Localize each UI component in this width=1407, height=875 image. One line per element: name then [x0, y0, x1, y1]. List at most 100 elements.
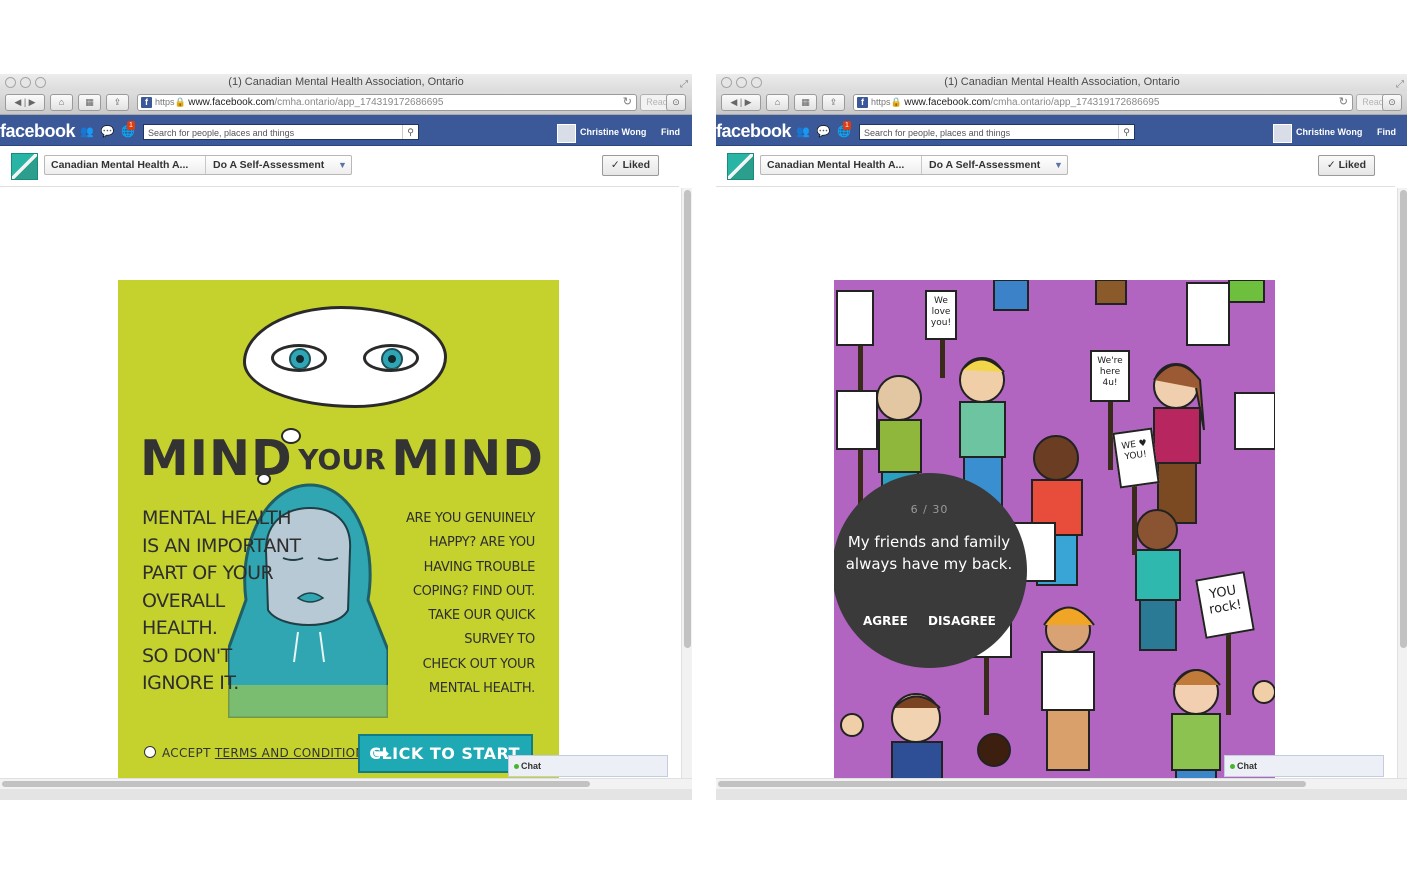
find-friends-link[interactable]: Find	[661, 127, 680, 137]
headline-word-2: YOUR	[298, 443, 386, 476]
accept-terms-row: ACCEPT TERMS AND CONDITIONS	[144, 746, 373, 760]
messages-icon[interactable]: 💬	[101, 126, 115, 138]
question-card: 6 / 30 My friends and family always have…	[834, 473, 1027, 668]
home-button[interactable]: ⌂	[766, 94, 789, 111]
search-icon[interactable]: ⚲	[402, 125, 418, 139]
disagree-button[interactable]: DISAGREE	[928, 614, 996, 628]
browser-toolbar: ◀ | ▶ ⌂ ▦ ⇪ f https🔒 www.facebook.com/cmh…	[0, 91, 692, 115]
back-forward-buttons[interactable]: ◀ | ▶	[5, 94, 45, 111]
close-window-button[interactable]	[5, 77, 16, 88]
accept-label: ACCEPT	[162, 746, 211, 760]
share-button[interactable]: ⇪	[822, 94, 845, 111]
page-name[interactable]: Canadian Mental Health A...	[51, 156, 188, 174]
window-titlebar: (1) Canadian Mental Health Association, …	[716, 74, 1407, 91]
vertical-scrollbar[interactable]	[681, 188, 692, 778]
click-to-start-button[interactable]: ➥ CLICK TO START	[358, 734, 533, 773]
forward-icon[interactable]: ▶	[745, 97, 752, 107]
vertical-scroll-thumb[interactable]	[684, 190, 691, 648]
question-text: My friends and family always have my bac…	[845, 533, 1013, 573]
friend-requests-icon[interactable]: 👥	[80, 126, 94, 138]
friend-requests-icon[interactable]: 👥	[796, 126, 810, 138]
back-icon[interactable]: ◀	[14, 97, 21, 107]
address-bar[interactable]: f https🔒 www.facebook.com/cmha.ontario/ap…	[853, 94, 1353, 111]
facebook-logo[interactable]: facebook	[0, 121, 76, 142]
page-selector-dropdown[interactable]: Canadian Mental Health A... Do A Self-As…	[760, 155, 1068, 175]
vertical-scrollbar[interactable]	[1397, 188, 1407, 778]
headline-word-3: MIND	[391, 430, 544, 487]
start-button-label: CLICK TO START	[369, 744, 520, 763]
window-title: (1) Canadian Mental Health Association, …	[228, 76, 464, 88]
notification-count-badge: 1	[127, 121, 135, 130]
avatar[interactable]	[557, 124, 576, 143]
accept-terms-radio[interactable]	[144, 746, 156, 758]
chevron-down-icon[interactable]: ▼	[1054, 156, 1063, 174]
zoom-window-button[interactable]	[35, 77, 46, 88]
left-eye-icon	[271, 344, 327, 372]
browser-toolbar: ◀ | ▶ ⌂ ▦ ⇪ f https🔒 www.facebook.com/cmh…	[716, 91, 1407, 115]
chat-label: Chat	[1237, 761, 1257, 771]
download-icon: ⊙	[1388, 97, 1396, 107]
facebook-logo[interactable]: facebook	[716, 121, 792, 142]
back-icon[interactable]: ◀	[730, 97, 737, 107]
lock-icon: 🔒	[174, 97, 189, 107]
jewel-icons: 👥 💬 🌐 1	[80, 121, 142, 138]
protest-sign-we-heart-you: WE ♥ YOU!	[1112, 427, 1160, 489]
facebook-bluebar: facebook 👥 💬 🌐 1 Search for people, places…	[716, 115, 1407, 146]
protest-sign-you-rock: YOU rock!	[1195, 571, 1255, 639]
downloads-button[interactable]: ⊙	[666, 94, 686, 111]
app-tab-name[interactable]: Do A Self-Assessment	[929, 156, 1040, 174]
horizontal-scroll-thumb[interactable]	[718, 781, 1306, 787]
avatar[interactable]	[1273, 124, 1292, 143]
messages-icon[interactable]: 💬	[817, 126, 831, 138]
share-icon: ⇪	[829, 97, 838, 107]
page-selector-dropdown[interactable]: Canadian Mental Health A... Do A Self-As…	[44, 155, 352, 175]
share-icon: ⇪	[113, 97, 122, 107]
find-friends-link[interactable]: Find	[1377, 127, 1396, 137]
chat-label: Chat	[521, 761, 541, 771]
facebook-search-input[interactable]: Search for people, places and things ⚲	[143, 124, 419, 140]
blank-sign	[836, 390, 878, 450]
page-header: Canadian Mental Health A... Do A Self-As…	[716, 146, 1395, 187]
zoom-window-button[interactable]	[751, 77, 762, 88]
facebook-favicon-icon: f	[857, 97, 868, 108]
grid-icon: ▦	[85, 97, 94, 107]
home-button[interactable]: ⌂	[50, 94, 73, 111]
horizontal-scroll-thumb[interactable]	[2, 781, 590, 787]
chat-tab[interactable]: Chat	[508, 755, 668, 777]
chat-tab[interactable]: Chat	[1224, 755, 1384, 777]
close-window-button[interactable]	[721, 77, 732, 88]
address-bar[interactable]: f https🔒 www.facebook.com/cmha.ontario/ap…	[137, 94, 637, 111]
search-icon[interactable]: ⚲	[1118, 125, 1134, 139]
reload-icon[interactable]: ↻	[623, 95, 632, 110]
question-progress: 6 / 30	[910, 503, 949, 516]
sign-stick	[940, 338, 945, 378]
downloads-button[interactable]: ⊙	[1382, 94, 1402, 111]
back-forward-buttons[interactable]: ◀ | ▶	[721, 94, 761, 111]
minimize-window-button[interactable]	[736, 77, 747, 88]
top-sites-button[interactable]: ▦	[794, 94, 817, 111]
facebook-search-input[interactable]: Search for people, places and things ⚲	[859, 124, 1135, 140]
app-tab-name[interactable]: Do A Self-Assessment	[213, 156, 324, 174]
agree-button[interactable]: AGREE	[863, 614, 908, 628]
reload-icon[interactable]: ↻	[1339, 95, 1348, 110]
self-assessment-question-screen: We love you! We're here 4u! WE ♥ YOU! YO…	[834, 280, 1275, 800]
online-status-icon	[1230, 764, 1235, 770]
minimize-window-button[interactable]	[20, 77, 31, 88]
liked-button[interactable]: ✓ Liked	[1318, 155, 1375, 176]
forward-icon[interactable]: ▶	[29, 97, 36, 107]
share-button[interactable]: ⇪	[106, 94, 129, 111]
page-name[interactable]: Canadian Mental Health A...	[767, 156, 904, 174]
cmha-logo-icon[interactable]	[11, 153, 38, 180]
profile-name-link[interactable]: Christine Wong	[580, 127, 646, 137]
profile-name-link[interactable]: Christine Wong	[1296, 127, 1362, 137]
blank-sign	[836, 290, 874, 346]
chevron-down-icon[interactable]: ▼	[338, 156, 347, 174]
online-status-icon	[514, 764, 519, 770]
url-domain: www.facebook.com	[904, 97, 991, 108]
terms-and-conditions-link[interactable]: TERMS AND CONDITIONS	[215, 746, 373, 760]
cmha-logo-icon[interactable]	[727, 153, 754, 180]
liked-button[interactable]: ✓ Liked	[602, 155, 659, 176]
vertical-scroll-thumb[interactable]	[1400, 190, 1407, 648]
right-eye-icon	[363, 344, 419, 372]
top-sites-button[interactable]: ▦	[78, 94, 101, 111]
